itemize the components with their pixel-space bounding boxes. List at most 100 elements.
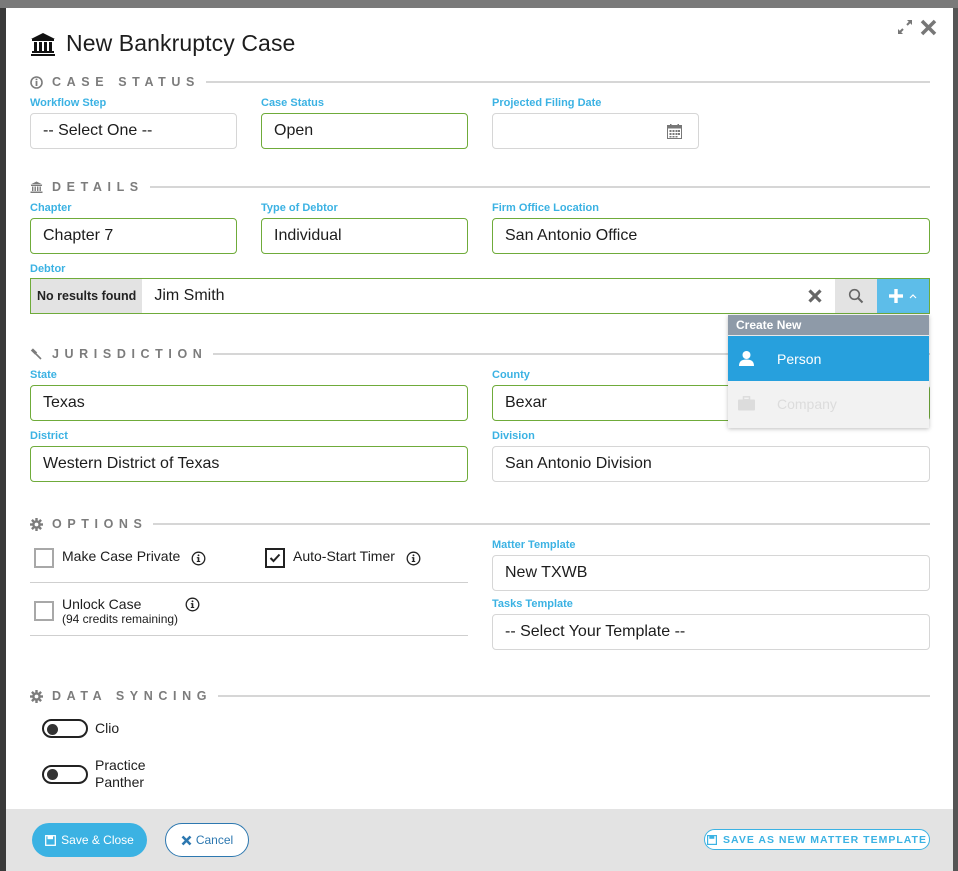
unlock-case-checkbox[interactable] xyxy=(34,601,54,621)
section-divider xyxy=(153,523,930,525)
gear-icon xyxy=(30,517,43,531)
cancel-button[interactable]: Cancel xyxy=(165,823,249,857)
menu-header: Create New xyxy=(728,315,929,336)
chevron-up-icon xyxy=(909,294,917,299)
new-case-modal: New Bankruptcy Case CASE STATUS Workflow… xyxy=(6,8,953,871)
district-field: District Western District of Texas xyxy=(30,429,468,482)
auto-start-timer-option: Auto-Start Timer xyxy=(265,548,421,568)
bank-icon xyxy=(31,32,55,56)
cancel-label: Cancel xyxy=(195,833,234,847)
section-divider xyxy=(218,695,930,697)
search-icon[interactable] xyxy=(835,279,877,313)
save-icon xyxy=(707,834,718,845)
modal-footer: Save & Close Cancel SAVE AS NEW MATTER T… xyxy=(6,809,953,871)
section-options: OPTIONS xyxy=(30,517,930,531)
section-title: JURISDICTION xyxy=(52,347,208,361)
projected-filing-date-field: Projected Filing Date xyxy=(492,96,699,149)
debtor-lookup: No results found Jim Smith xyxy=(30,278,930,314)
gavel-icon xyxy=(30,347,42,360)
section-title: DATA SYNCING xyxy=(52,689,213,703)
field-label: Case Status xyxy=(261,97,324,109)
menu-item-label: Person xyxy=(777,350,822,367)
make-private-option: Make Case Private xyxy=(34,548,206,568)
toggle-knob xyxy=(47,769,58,780)
auto-start-timer-checkbox[interactable] xyxy=(265,548,285,568)
save-close-button[interactable]: Save & Close xyxy=(32,823,147,857)
section-details: DETAILS xyxy=(30,180,930,194)
field-label: Firm Office Location xyxy=(492,202,599,214)
sync-practice-panther-option: Practice Panther xyxy=(42,757,155,791)
field-label: Tasks Template xyxy=(492,598,573,610)
add-debtor-button[interactable] xyxy=(877,279,929,313)
projected-filing-date-input[interactable] xyxy=(492,113,699,149)
menu-item-person[interactable]: Person xyxy=(728,336,929,381)
debtor-label: Debtor xyxy=(30,263,66,275)
divider xyxy=(30,635,468,636)
bank-icon xyxy=(30,181,43,193)
field-label: Projected Filing Date xyxy=(492,97,602,109)
field-label: Workflow Step xyxy=(30,97,107,109)
unlock-case-label[interactable]: Unlock Case (94 credits remaining) xyxy=(62,596,178,625)
matter-template-field: Matter Template New TXWB xyxy=(492,538,930,591)
plus-icon xyxy=(889,289,903,303)
divider xyxy=(30,582,468,583)
auto-start-timer-label[interactable]: Auto-Start Timer xyxy=(293,548,395,565)
section-case-status: CASE STATUS xyxy=(30,75,930,89)
case-status-field: Case Status Open xyxy=(261,96,468,149)
section-title: CASE STATUS xyxy=(52,75,200,89)
info-icon[interactable] xyxy=(185,597,200,612)
expand-icon[interactable] xyxy=(896,18,914,36)
case-status-select[interactable]: Open xyxy=(261,113,468,149)
unlock-case-title: Unlock Case xyxy=(62,596,142,612)
info-circle-icon xyxy=(30,75,43,89)
chapter-field: Chapter Chapter 7 xyxy=(30,201,237,254)
save-as-template-button[interactable]: SAVE AS NEW MATTER TEMPLATE xyxy=(704,829,930,850)
practice-panther-toggle[interactable] xyxy=(42,764,88,784)
field-label: State xyxy=(30,369,57,381)
section-title: DETAILS xyxy=(52,180,144,194)
no-results-badge: No results found xyxy=(31,279,143,313)
info-icon[interactable] xyxy=(191,551,206,566)
tasks-template-select[interactable]: -- Select Your Template -- xyxy=(492,614,930,650)
matter-template-select[interactable]: New TXWB xyxy=(492,555,930,591)
clear-icon[interactable] xyxy=(795,279,835,313)
modal-header: New Bankruptcy Case xyxy=(30,30,295,57)
save-icon xyxy=(45,834,57,846)
debtor-input[interactable]: Jim Smith xyxy=(142,279,795,313)
firm-office-location-field: Firm Office Location San Antonio Office xyxy=(492,201,930,254)
check-icon xyxy=(269,553,281,563)
credits-remaining: (94 credits remaining) xyxy=(62,612,179,626)
division-field: Division San Antonio Division xyxy=(492,429,930,482)
make-private-checkbox[interactable] xyxy=(34,548,54,568)
field-label: Chapter xyxy=(30,202,72,214)
workflow-step-select[interactable]: -- Select One -- xyxy=(30,113,237,149)
field-label: Matter Template xyxy=(492,539,576,551)
save-as-template-label: SAVE AS NEW MATTER TEMPLATE xyxy=(723,833,927,846)
type-of-debtor-select[interactable]: Individual xyxy=(261,218,468,254)
modal-title: New Bankruptcy Case xyxy=(66,30,296,56)
section-divider xyxy=(205,81,930,83)
district-select[interactable]: Western District of Texas xyxy=(30,446,468,482)
toggle-knob xyxy=(47,723,58,735)
info-icon[interactable] xyxy=(406,551,421,566)
menu-item-label: Company xyxy=(777,395,837,412)
briefcase-icon xyxy=(737,395,755,413)
sync-clio-option: Clio xyxy=(42,719,119,738)
person-icon xyxy=(737,350,755,368)
section-data-syncing: DATA SYNCING xyxy=(30,689,930,703)
section-title: OPTIONS xyxy=(52,517,148,531)
make-private-label[interactable]: Make Case Private xyxy=(62,548,180,565)
close-icon[interactable] xyxy=(920,19,937,36)
close-icon xyxy=(181,835,192,845)
chapter-select[interactable]: Chapter 7 xyxy=(30,218,237,254)
state-select[interactable]: Texas xyxy=(30,385,468,421)
calendar-icon[interactable] xyxy=(667,123,682,139)
backdrop xyxy=(953,8,958,871)
division-select[interactable]: San Antonio Division xyxy=(492,446,930,482)
firm-office-location-select[interactable]: San Antonio Office xyxy=(492,218,930,254)
state-field: State Texas xyxy=(30,368,468,421)
tasks-template-field: Tasks Template -- Select Your Template -… xyxy=(492,597,930,650)
clio-label[interactable]: Clio xyxy=(95,720,119,737)
practice-panther-label[interactable]: Practice Panther xyxy=(95,757,155,791)
clio-toggle[interactable] xyxy=(42,719,88,738)
